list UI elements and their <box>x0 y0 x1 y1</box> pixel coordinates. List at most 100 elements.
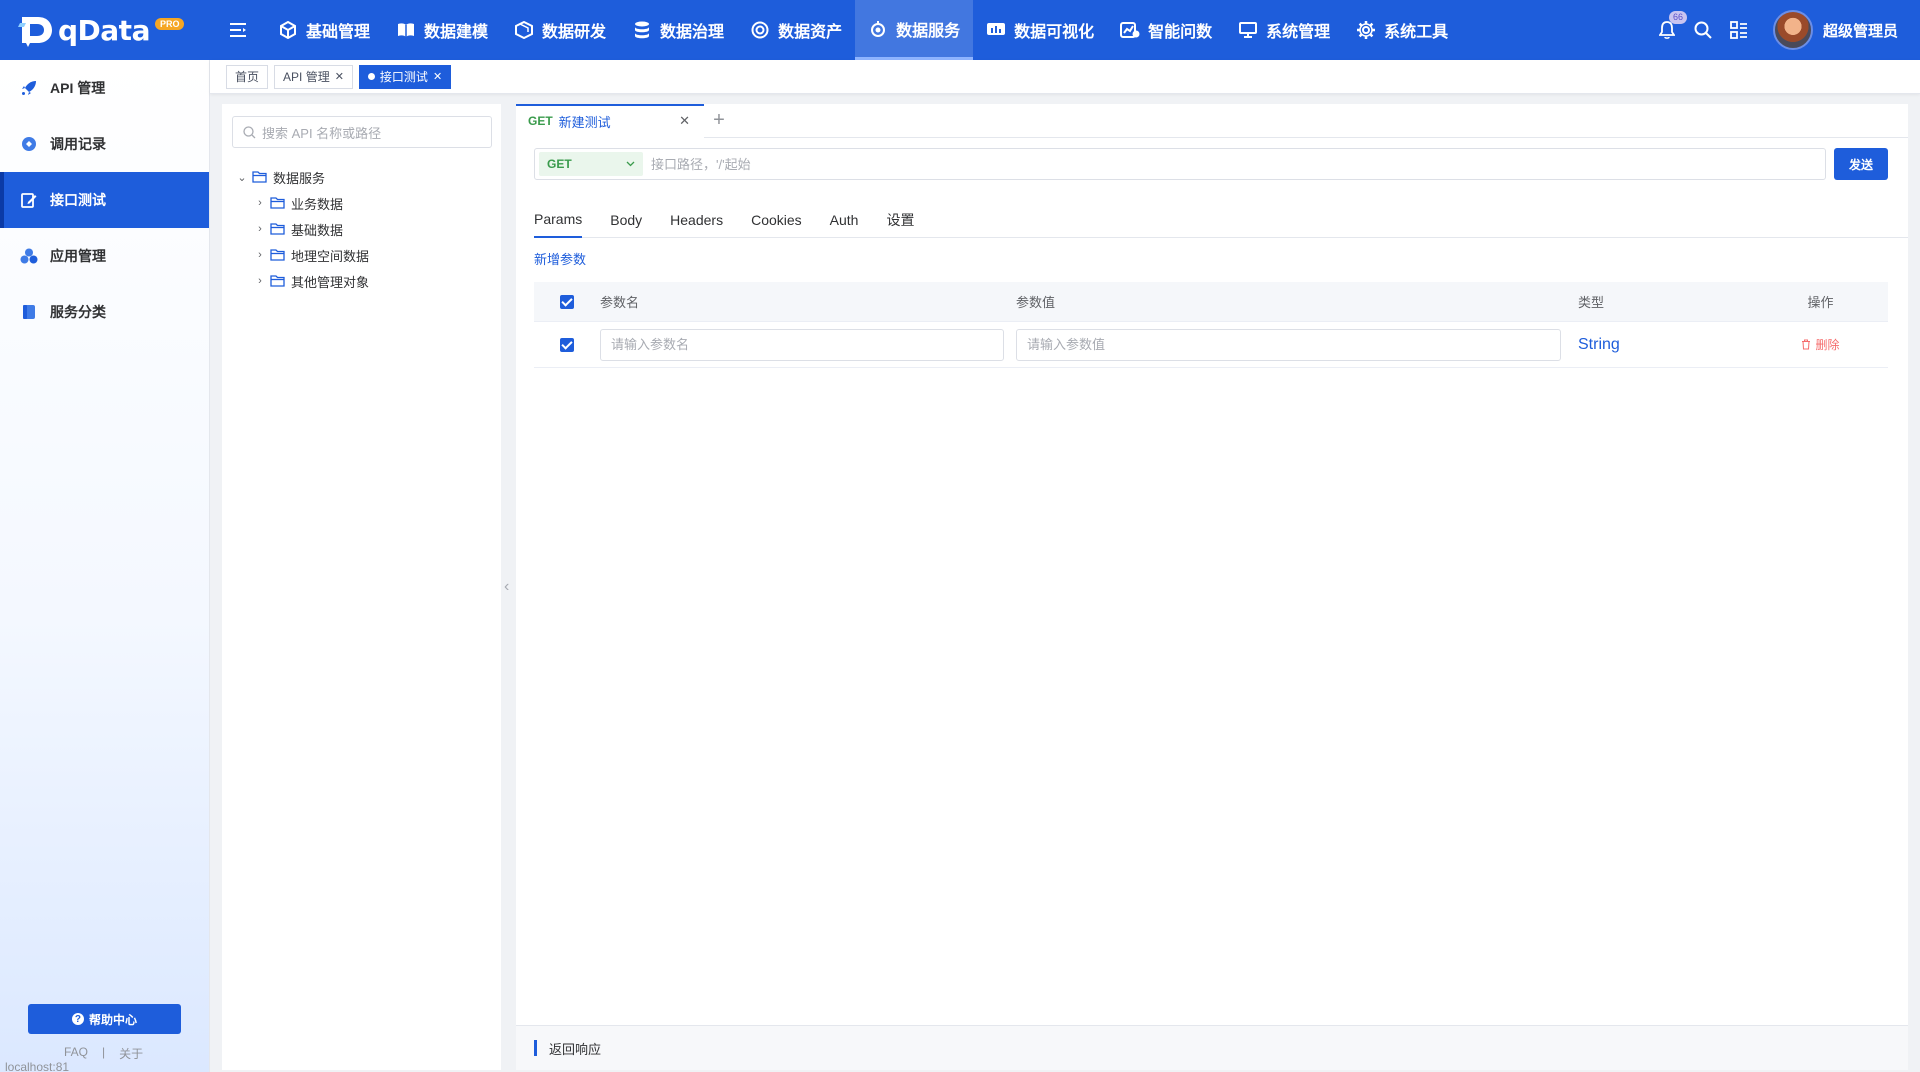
sidebar-item-api-test[interactable]: 接口测试 <box>0 172 209 228</box>
nav-label: 数据研发 <box>542 24 607 41</box>
target-icon <box>750 20 770 40</box>
left-sidebar: API 管理 调用记录 接口测试 应用管理 服务分类 ? 帮助中心 FAQ | … <box>0 60 210 1072</box>
select-all-cell <box>534 294 600 309</box>
nav-item-dev[interactable]: 数据研发 <box>501 0 619 60</box>
menu-toggle-icon[interactable] <box>225 0 251 60</box>
request-url-row: GET 发送 <box>534 148 1888 180</box>
nav-item-basic[interactable]: 基础管理 <box>265 0 383 60</box>
chart-icon <box>986 20 1006 40</box>
pro-badge: PRO <box>154 18 185 30</box>
row-checkbox[interactable] <box>560 337 574 352</box>
tree-node-root[interactable]: ⌄ 数据服务 <box>236 164 369 190</box>
params-table: 参数名 参数值 类型 操作 String 删除 <box>534 282 1888 368</box>
close-icon[interactable]: ✕ <box>433 70 442 83</box>
tree-search-box[interactable]: 搜索 API 名称或路径 <box>232 116 492 148</box>
close-icon[interactable]: ✕ <box>335 70 344 83</box>
edit-icon <box>20 191 38 209</box>
col-header-type: 类型 <box>1578 295 1605 310</box>
logo-mark-icon <box>18 17 52 47</box>
notification-bell-icon[interactable]: 66 <box>1649 0 1687 60</box>
logo-text: qData <box>58 13 150 47</box>
param-value-cell <box>1016 328 1573 361</box>
url-input[interactable] <box>643 150 1821 178</box>
help-center-button[interactable]: ? 帮助中心 <box>28 1004 181 1034</box>
sidebar-item-api-management[interactable]: API 管理 <box>0 60 209 116</box>
tab-body[interactable]: Body <box>610 202 642 238</box>
tab-settings[interactable]: 设置 <box>886 202 914 238</box>
book-icon <box>396 20 416 40</box>
nav-label: 智能问数 <box>1148 24 1213 41</box>
layout-switch-icon[interactable] <box>1721 0 1757 60</box>
about-link[interactable]: 关于 <box>119 1045 143 1062</box>
request-tab[interactable]: GET 新建测试 ✕ <box>516 104 704 138</box>
param-value-input[interactable] <box>1016 328 1561 361</box>
param-type-select[interactable]: String <box>1578 336 1620 353</box>
nav-item-governance[interactable]: 数据治理 <box>619 0 737 60</box>
delete-label: 删除 <box>1815 338 1840 352</box>
sidebar-item-service-category[interactable]: 服务分类 <box>0 284 209 340</box>
tree-node-child[interactable]: › 其他管理对象 <box>236 268 369 294</box>
folder-icon <box>270 197 285 209</box>
param-type-cell: String <box>1573 336 1753 354</box>
nav-item-ai[interactable]: 智能问数 <box>1107 0 1225 60</box>
nav-item-visual[interactable]: 数据可视化 <box>973 0 1107 60</box>
sidebar-item-call-records[interactable]: 调用记录 <box>0 116 209 172</box>
add-param-button[interactable]: 新增参数 <box>534 249 586 268</box>
nav-label: 数据治理 <box>660 24 725 41</box>
table-header: 参数名 参数值 类型 操作 <box>534 282 1888 322</box>
folder-open-icon <box>252 171 267 183</box>
top-right-tools: 66 超级管理员 <box>1649 0 1920 60</box>
add-tab-icon[interactable]: + <box>704 103 734 137</box>
send-button[interactable]: 发送 <box>1834 148 1888 180</box>
request-tab-name: 新建测试 <box>558 114 611 130</box>
tag-home[interactable]: 首页 <box>226 64 269 89</box>
tab-auth[interactable]: Auth <box>830 202 859 238</box>
search-icon[interactable] <box>1685 0 1721 60</box>
tab-headers[interactable]: Headers <box>670 202 723 238</box>
tree-node-child[interactable]: › 地理空间数据 <box>236 242 369 268</box>
sidebar-item-label: 服务分类 <box>50 304 106 320</box>
chevron-down-icon[interactable]: ⌄ <box>236 171 248 184</box>
tree-search-placeholder: 搜索 API 名称或路径 <box>262 125 382 141</box>
chevron-right-icon[interactable]: › <box>254 197 266 209</box>
chevron-right-icon[interactable]: › <box>254 249 266 261</box>
user-avatar[interactable] <box>1772 10 1813 50</box>
chevron-right-icon[interactable]: › <box>254 223 266 235</box>
param-op-cell: 删除 <box>1753 336 1888 353</box>
tree-node-child[interactable]: › 业务数据 <box>236 190 369 216</box>
close-icon[interactable]: ✕ <box>679 113 690 129</box>
app-logo[interactable]: qData PRO <box>0 0 210 60</box>
trash-icon <box>1802 339 1811 350</box>
monitor-icon <box>1238 20 1258 40</box>
sidebar-item-app-management[interactable]: 应用管理 <box>0 228 209 284</box>
top-navbar: qData PRO 基础管理 数据建模 数据研发 数据治理 数据资产 数据服务 <box>0 0 1920 60</box>
select-all-checkbox[interactable] <box>560 294 574 309</box>
nav-item-system[interactable]: 系统管理 <box>1225 0 1343 60</box>
tags-view: 首页 API 管理 ✕ 接口测试 ✕ <box>210 60 1920 94</box>
col-header-value: 参数值 <box>1016 295 1056 310</box>
collapse-panel-icon[interactable]: ‹ <box>504 578 509 596</box>
folder-icon <box>270 249 285 261</box>
method-select[interactable]: GET <box>539 152 643 176</box>
nav-label: 系统工具 <box>1384 24 1449 41</box>
tag-api-management[interactable]: API 管理 ✕ <box>274 64 353 89</box>
box-icon <box>514 20 534 40</box>
question-icon: ? <box>71 1013 84 1025</box>
delete-param-button[interactable]: 删除 <box>1801 336 1840 353</box>
sidebar-footer-links: FAQ | 关于 <box>64 1045 143 1062</box>
user-name[interactable]: 超级管理员 <box>1823 20 1898 41</box>
tab-cookies[interactable]: Cookies <box>751 202 802 238</box>
param-name-input[interactable] <box>600 328 1004 361</box>
tree-node-child[interactable]: › 基础数据 <box>236 216 369 242</box>
nav-label: 基础管理 <box>306 24 371 41</box>
chevron-right-icon[interactable]: › <box>254 275 266 287</box>
tag-api-test[interactable]: 接口测试 ✕ <box>358 64 452 89</box>
nav-item-tools[interactable]: 系统工具 <box>1343 0 1461 60</box>
url-box: GET <box>534 148 1826 180</box>
nav-item-service[interactable]: 数据服务 <box>855 0 974 60</box>
response-bar[interactable]: 返回响应 <box>516 1025 1908 1070</box>
nav-item-modeling[interactable]: 数据建模 <box>383 0 501 60</box>
tab-params[interactable]: Params <box>534 202 583 238</box>
nav-item-assets[interactable]: 数据资产 <box>737 0 855 60</box>
active-dot-icon <box>367 73 375 80</box>
